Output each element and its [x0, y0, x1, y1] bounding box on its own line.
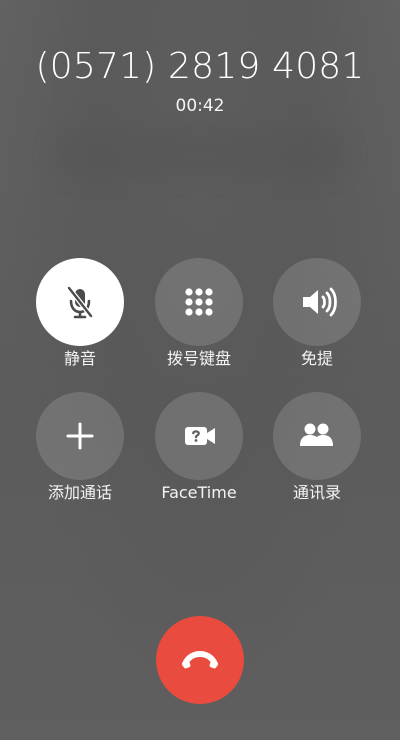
add-call-icon [66, 422, 94, 450]
facetime-label: FaceTime [161, 483, 237, 502]
keypad-label: 拨号键盘 [166, 349, 231, 368]
facetime-control[interactable]: FaceTime [144, 392, 254, 512]
contacts-label: 通讯录 [292, 483, 341, 502]
speaker-label: 免提 [300, 349, 333, 368]
phone-number: (0571) 2819 4081 [35, 46, 365, 87]
mute-label: 静音 [63, 349, 96, 368]
call-timer: 00:42 [175, 96, 225, 116]
add-call-label: 添加通话 [47, 483, 112, 502]
facetime-icon [185, 427, 215, 445]
mute-icon [66, 285, 94, 319]
add-call-control[interactable]: 添加通话 [25, 392, 135, 512]
keypad-control[interactable]: 拨号键盘 [144, 258, 254, 378]
end-call-button[interactable] [156, 616, 244, 704]
speaker-icon [303, 287, 337, 317]
incoming-call-screen: (0571) 2819 4081 00:42 静音 拨号键盘 免提 添加通话 F… [0, 0, 400, 740]
speaker-control[interactable]: 免提 [262, 258, 372, 378]
facetime-button[interactable] [155, 392, 243, 480]
end-call-icon [182, 650, 218, 669]
mute-button[interactable] [36, 258, 124, 346]
mute-control[interactable]: 静音 [25, 258, 135, 378]
keypad-button[interactable] [155, 258, 243, 346]
contacts-button[interactable] [273, 392, 361, 480]
background-blur [52, 132, 348, 176]
add-call-button[interactable] [36, 392, 124, 480]
keypad-icon [185, 288, 213, 316]
speaker-button[interactable] [273, 258, 361, 346]
contacts-control[interactable]: 通讯录 [262, 392, 372, 512]
contacts-icon [300, 423, 333, 446]
